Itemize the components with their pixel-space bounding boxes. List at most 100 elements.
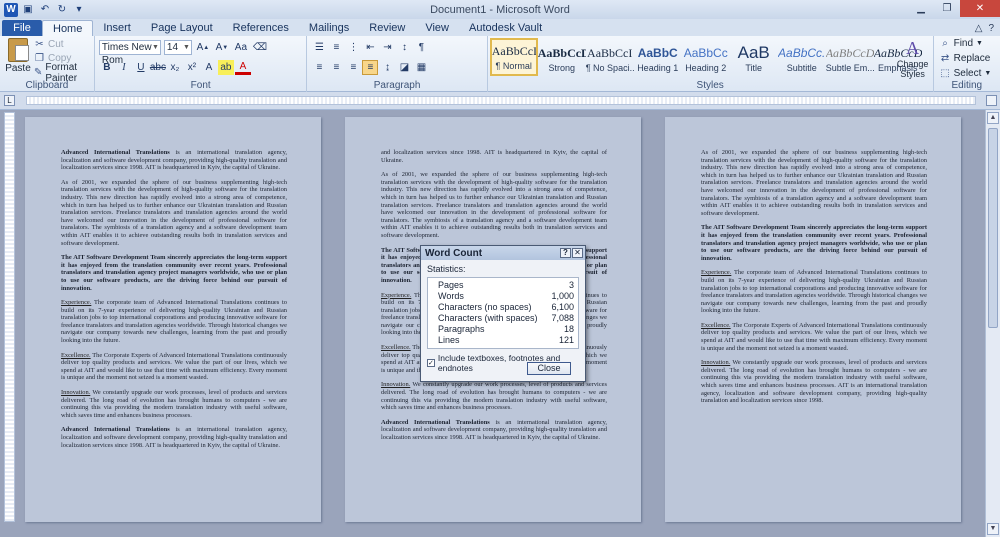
italic-button[interactable]: I [116,60,132,75]
window-controls: ▁ ❐ ✕ [908,0,1000,19]
horizontal-ruler: L [0,92,1000,110]
subscript-button[interactable]: x₂ [167,60,183,75]
style-subtle-emphasis[interactable]: AaBbCcD Subtle Em... [826,38,874,76]
underline-button[interactable]: U [133,60,149,75]
strikethrough-button[interactable]: abc [150,60,166,75]
styles-group-label: Styles [696,80,724,91]
superscript-button[interactable]: x² [184,60,200,75]
document-page-3[interactable]: As of 2001, we expanded the sphere of ou… [665,117,961,522]
font-size-combo[interactable]: 14 ▼ [163,40,192,55]
statistics-label: Statistics: [427,264,466,274]
stat-row: Characters (with spaces) 7,088 [438,313,574,323]
show-marks-button[interactable]: ¶ [413,40,429,55]
bold-button[interactable]: B [99,60,115,75]
cut-button[interactable]: ✂ Cut [34,38,94,51]
editing-group-label: Editing [951,80,983,91]
dialog-title: Word Count [425,247,483,259]
editing-group: ⌕ Find ▼ ⇄ Replace ⬚ Select ▼ Editing [934,36,1000,92]
style-title[interactable]: AaB Title [730,38,778,76]
undo-icon[interactable]: ↶ [38,3,52,17]
align-center-button[interactable]: ≡ [328,60,344,75]
scroll-down-button[interactable]: ▼ [987,523,999,535]
tab-mailings[interactable]: Mailings [299,20,359,36]
numbering-button[interactable]: ≡ [328,40,344,55]
tab-page-layout[interactable]: Page Layout [141,20,223,36]
tab-review[interactable]: Review [359,20,415,36]
text-effects-button[interactable]: A [201,60,217,75]
maximize-button[interactable]: ❐ [934,0,960,17]
document-page-1[interactable]: Advanced International Translations is a… [25,117,321,522]
redo-icon[interactable]: ↻ [55,3,69,17]
tab-view[interactable]: View [415,20,459,36]
checkmark-icon: ✓ [427,359,435,367]
ruler-bar[interactable] [26,96,976,105]
paste-icon [8,38,29,62]
window-title: Document1 - Microsoft Word [430,3,570,16]
align-left-button[interactable]: ≡ [311,60,327,75]
tab-autodesk-vault[interactable]: Autodesk Vault [459,20,552,36]
find-button[interactable]: ⌕ Find ▼ [940,38,983,49]
tab-file[interactable]: File [2,20,42,36]
line-spacing-button[interactable]: ↨ [379,60,395,75]
vertical-scrollbar[interactable]: ▲ ▼ [985,110,1000,537]
scroll-thumb[interactable] [988,128,998,328]
multilevel-list-button[interactable]: ⋮ [345,40,361,55]
chevron-down-icon: ▼ [976,40,983,47]
paragraph: Excellence. The Corporate Experts of Adv… [61,351,287,382]
close-icon[interactable]: ✕ [572,248,583,258]
sort-button[interactable]: ↕ [396,40,412,55]
dialog-title-bar[interactable]: Word Count ? ✕ [421,246,585,260]
style-strong[interactable]: AaBbCcD Strong [538,38,586,76]
replace-icon: ⇄ [940,53,950,64]
format-painter-button[interactable]: ✎ Format Painter [34,62,94,84]
replace-button[interactable]: ⇄ Replace [940,53,990,64]
style-heading-2[interactable]: AaBbCc Heading 2 [682,38,730,76]
chevron-down-icon: ▼ [984,70,992,77]
increase-indent-button[interactable]: ⇥ [379,40,395,55]
borders-button[interactable]: ▦ [413,60,429,75]
tab-references[interactable]: References [223,20,299,36]
shading-button[interactable]: ◪ [396,60,412,75]
change-case-button[interactable]: Aa [233,40,249,55]
select-icon: ⬚ [940,68,950,79]
stat-row: Characters (no spaces) 6,100 [438,302,574,312]
shrink-font-button[interactable]: A ▼ [214,40,230,55]
paste-button[interactable]: Paste [4,38,32,74]
close-button[interactable]: Close [527,362,571,375]
help-icon[interactable]: ? [560,248,571,258]
tab-insert[interactable]: Insert [93,20,141,36]
highlight-button[interactable]: ab [217,60,234,75]
bullets-button[interactable]: ☰ [311,40,327,55]
font-group-label: Font [190,80,211,91]
tab-selector-button[interactable]: L [4,95,15,106]
clipboard-group-label: Clipboard [25,80,69,91]
styles-group: AaBbCcI ¶ Normal AaBbCcD Strong AaBbCcI ¶ N… [488,36,934,92]
paragraph: Innovation. We constantly upgrade our wo… [701,359,927,405]
minimize-button[interactable]: ▁ [908,0,934,17]
help-icon[interactable]: ? [988,23,994,34]
tab-home[interactable]: Home [42,20,94,36]
close-window-button[interactable]: ✕ [960,0,1000,17]
font-color-button[interactable]: A [234,60,251,75]
word-logo-icon[interactable]: W [4,2,18,17]
customize-qat-icon[interactable]: ▾ [72,3,86,17]
clear-formatting-button[interactable]: ⌫ [252,40,268,55]
copy-icon: ❐ [35,53,44,64]
grow-font-button[interactable]: A ▲ [195,40,211,55]
align-right-button[interactable]: ≡ [345,60,361,75]
style-no-spacing[interactable]: AaBbCcI ¶ No Spaci... [586,38,634,76]
justify-button[interactable]: ≡ [362,60,379,75]
style-normal[interactable]: AaBbCcI ¶ Normal [489,38,538,76]
style-heading-1[interactable]: AaBbC Heading 1 [634,38,682,76]
vertical-ruler [4,112,15,522]
font-name-combo[interactable]: Times New Rom ▼ [98,40,161,66]
decrease-indent-button[interactable]: ⇤ [362,40,378,55]
minimize-ribbon-icon[interactable]: △ [975,23,983,34]
style-subtitle[interactable]: AaBbCc. Subtitle [778,38,826,76]
change-styles-button[interactable]: A Change Styles [895,38,931,79]
view-ruler-button[interactable] [986,95,997,106]
stat-row: Pages 3 [438,280,574,290]
scroll-up-button[interactable]: ▲ [987,112,999,124]
save-icon[interactable]: ▣ [21,3,35,17]
select-button[interactable]: ⬚ Select ▼ [940,68,992,79]
